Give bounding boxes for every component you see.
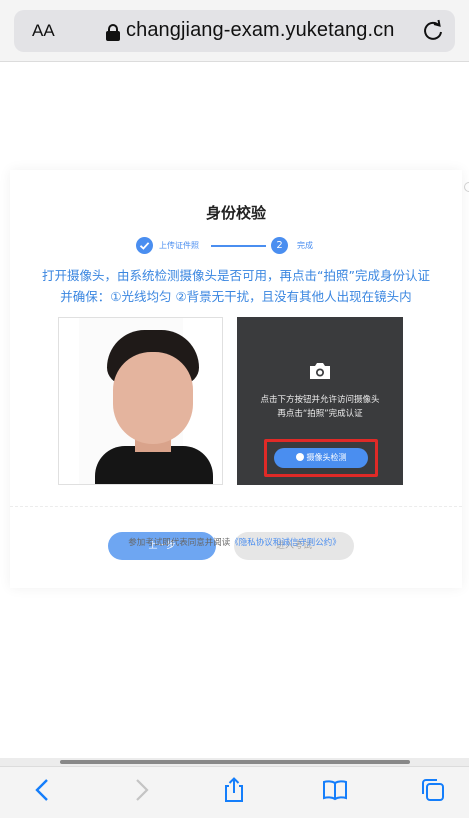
browser-toolbar (0, 766, 469, 818)
highlight-box: 摄像头检测 (264, 439, 378, 477)
reload-icon[interactable] (421, 19, 445, 43)
step-number: 2 (271, 237, 288, 254)
text-size-button[interactable]: AA (32, 21, 55, 41)
instruction-line-1: 打开摄像头，由系统检测摄像头是否可用，再点击“拍照”完成身份认证 (42, 268, 430, 283)
page-content: 身份校验 上传证件照 2 完成 打开摄像头，由系统检测摄像头是否可用，再点击“拍… (0, 62, 469, 758)
bookmarks-icon[interactable] (322, 777, 348, 803)
page-title: 身份校验 (205, 204, 266, 222)
url-text[interactable]: changjiang-exam.yuketang.cn (126, 19, 394, 42)
id-photo (58, 317, 223, 485)
camera-hint-1: 点击下方按钮并允许访问摄像头 (260, 395, 380, 405)
step-label-upload: 上传证件照 (159, 241, 199, 250)
lock-icon (106, 24, 120, 41)
browser-address-bar: AA changjiang-exam.yuketang.cn (0, 0, 469, 62)
portrait-photo (79, 318, 213, 484)
forward-icon[interactable] (128, 777, 154, 803)
progress-steps: 上传证件照 2 完成 (10, 236, 462, 256)
check-icon (136, 237, 153, 254)
back-icon[interactable] (30, 777, 56, 803)
camera-hint-2: 再点击“拍照”完成认证 (277, 409, 363, 419)
identity-check-card: 身份校验 上传证件照 2 完成 打开摄像头，由系统检测摄像头是否可用，再点击“拍… (10, 170, 462, 588)
agreement-text: 参加考试即代表同意并阅读《隐私协议和诚信守则公约》 (0, 536, 469, 548)
camera-icon (310, 363, 330, 379)
camera-preview: 点击下方按钮并允许访问摄像头 再点击“拍照”完成认证 摄像头检测 (237, 317, 403, 485)
agreement-link[interactable]: 《隐私协议和诚信守则公约》 (230, 538, 341, 548)
home-indicator (60, 760, 410, 764)
instruction-line-2: 并确保：①光线均匀 ②背景无干扰，且没有其他人出现在镜头内 (60, 289, 412, 304)
camera-detect-label: 摄像头检测 (306, 453, 347, 462)
url-field[interactable]: AA changjiang-exam.yuketang.cn (14, 10, 455, 52)
divider (10, 506, 462, 507)
share-icon[interactable] (221, 777, 247, 803)
camera-detect-icon (295, 453, 304, 461)
tabs-icon[interactable] (420, 777, 446, 803)
step-label-finish: 完成 (297, 241, 313, 250)
camera-detect-button[interactable]: 摄像头检测 (274, 448, 368, 468)
agreement-prefix: 参加考试即代表同意并阅读 (128, 538, 231, 548)
side-handle (464, 182, 469, 192)
step-connector (211, 245, 266, 247)
